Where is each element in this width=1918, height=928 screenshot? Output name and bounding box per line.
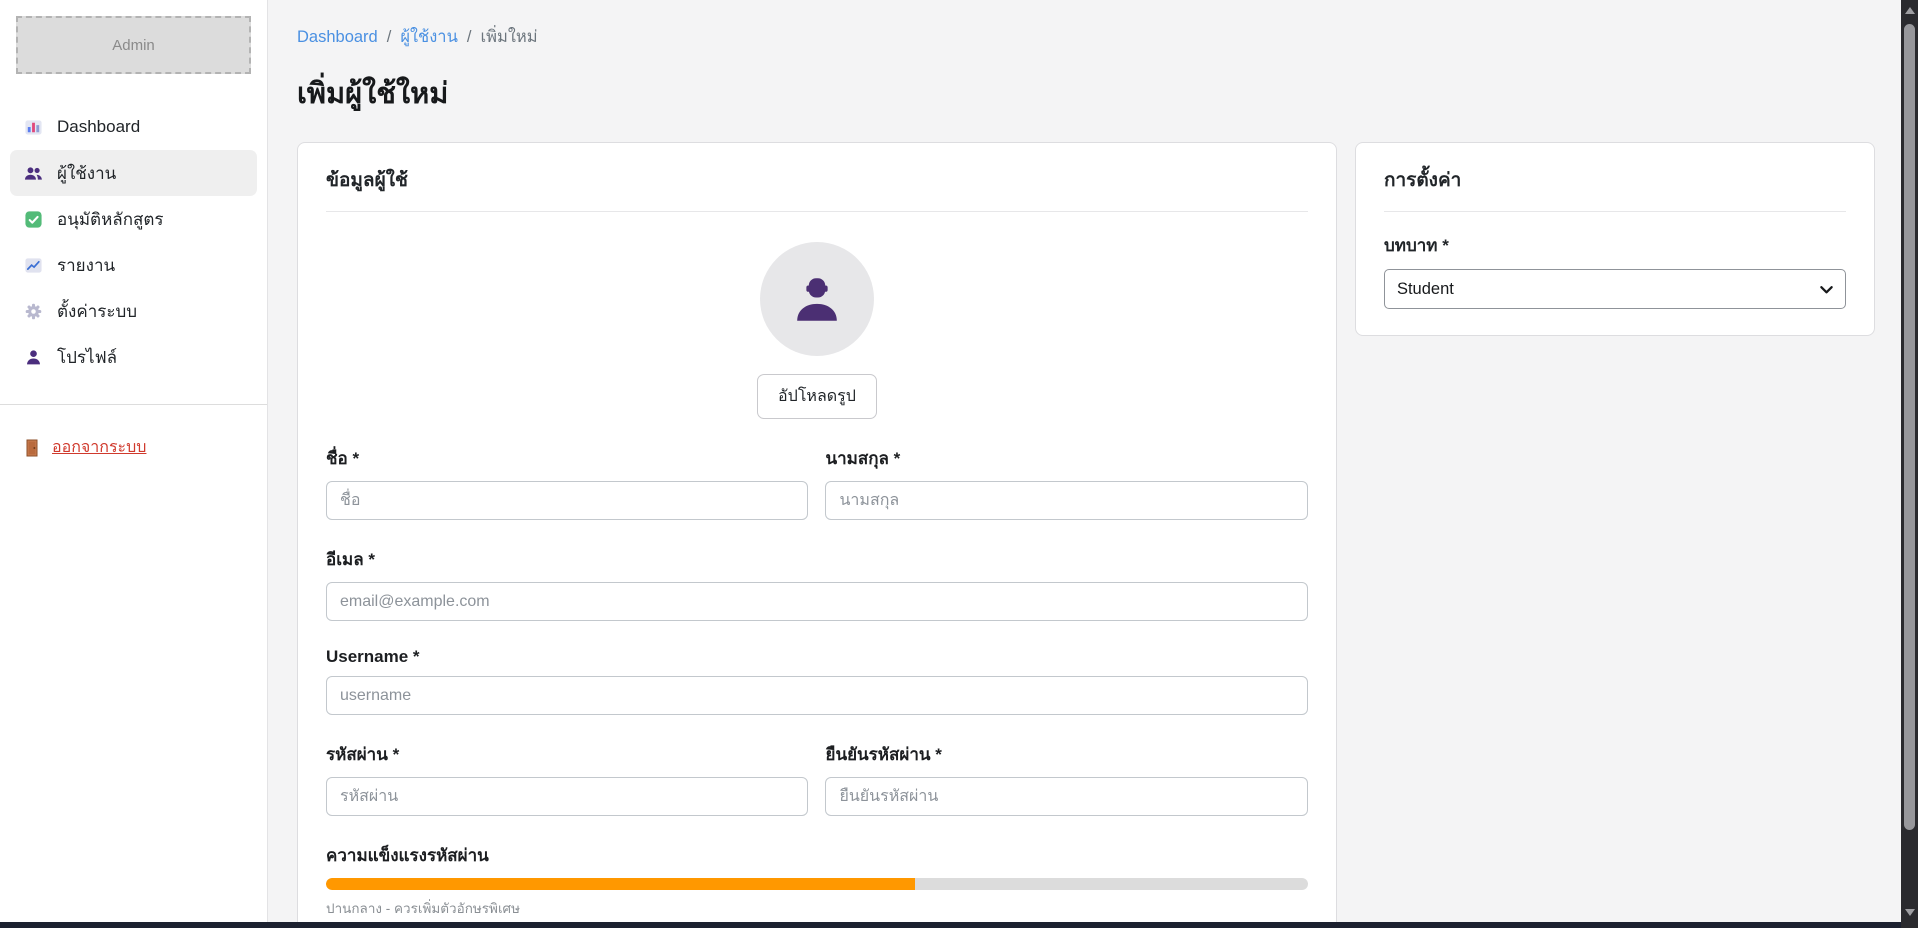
sidebar-item-label: ตั้งค่าระบบ: [57, 298, 137, 325]
username-label: Username *: [326, 647, 1308, 667]
bottom-strip: [0, 922, 1918, 928]
breadcrumb-separator: /: [467, 28, 472, 46]
sidebar-divider: [0, 404, 267, 405]
role-select[interactable]: Student: [1384, 269, 1846, 309]
password-strength-fill: [326, 878, 915, 890]
gear-icon: [24, 302, 43, 321]
avatar: [760, 242, 874, 356]
confirm-password-label: ยืนยันรหัสผ่าน *: [825, 741, 1307, 768]
scrollbar-thumb[interactable]: [1904, 24, 1915, 830]
password-label: รหัสผ่าน *: [326, 741, 808, 768]
role-label: บทบาท *: [1384, 232, 1846, 259]
scroll-up-arrow-icon[interactable]: [1901, 2, 1918, 18]
last-name-input[interactable]: [825, 481, 1307, 520]
confirm-password-input[interactable]: [825, 777, 1307, 816]
breadcrumb-link-users[interactable]: ผู้ใช้งาน: [400, 28, 458, 46]
sidebar-item-label: Dashboard: [57, 117, 140, 137]
password-strength-label: ความแข็งแรงรหัสผ่าน: [326, 842, 1308, 869]
admin-logo: Admin: [16, 16, 251, 74]
users-icon: [24, 164, 43, 183]
scroll-down-arrow-icon[interactable]: [1901, 904, 1918, 920]
user-info-card-title: ข้อมูลผู้ใช้: [326, 165, 1308, 212]
settings-card-title: การตั้งค่า: [1384, 165, 1846, 212]
user-info-card: ข้อมูลผู้ใช้ อัปโหลดรูป ชื่อ * นามสกุล *: [297, 142, 1337, 922]
breadcrumb: Dashboard / ผู้ใช้งาน / เพิ่มใหม่: [297, 24, 1875, 50]
first-name-input[interactable]: [326, 481, 808, 520]
sidebar-item-users[interactable]: ผู้ใช้งาน: [10, 150, 257, 196]
sidebar-nav: Dashboard ผู้ใช้งาน อนุมัติหลักสูตร รายง…: [0, 104, 267, 380]
sidebar-item-label: ผู้ใช้งาน: [57, 160, 116, 187]
sidebar-item-approve-courses[interactable]: อนุมัติหลักสูตร: [10, 196, 257, 242]
email-label: อีเมล *: [326, 546, 1308, 573]
sidebar: Admin Dashboard ผู้ใช้งาน อนุมัติหลักสูต…: [0, 0, 268, 922]
first-name-label: ชื่อ *: [326, 445, 808, 472]
admin-logo-text: Admin: [112, 37, 155, 54]
username-input[interactable]: [326, 676, 1308, 715]
sidebar-item-system-settings[interactable]: ตั้งค่าระบบ: [10, 288, 257, 334]
sidebar-item-profile[interactable]: โปรไฟล์: [10, 334, 257, 380]
sidebar-item-label: โปรไฟล์: [57, 344, 117, 371]
password-strength-helper: ปานกลาง - ควรเพิ่มตัวอักษรพิเศษ: [326, 897, 1308, 919]
email-input[interactable]: [326, 582, 1308, 621]
sidebar-item-dashboard[interactable]: Dashboard: [10, 104, 257, 150]
password-input[interactable]: [326, 777, 808, 816]
breadcrumb-current: เพิ่มใหม่: [480, 28, 537, 46]
last-name-label: นามสกุล *: [825, 445, 1307, 472]
logout-label: ออกจากระบบ: [52, 435, 146, 460]
door-exit-icon: [24, 439, 40, 457]
person-icon: [24, 348, 43, 367]
dashboard-icon: [24, 118, 43, 137]
sidebar-item-label: อนุมัติหลักสูตร: [57, 206, 164, 233]
upload-photo-button[interactable]: อัปโหลดรูป: [757, 374, 877, 419]
sidebar-item-reports[interactable]: รายงาน: [10, 242, 257, 288]
password-strength-section: ความแข็งแรงรหัสผ่าน ปานกลาง - ควรเพิ่มตั…: [326, 842, 1308, 919]
breadcrumb-link-dashboard[interactable]: Dashboard: [297, 28, 378, 46]
chart-line-icon: [24, 256, 43, 275]
breadcrumb-separator: /: [387, 28, 392, 46]
checkbox-check-icon: [24, 210, 43, 229]
avatar-person-icon: [788, 270, 846, 328]
sidebar-item-label: รายงาน: [57, 252, 115, 279]
vertical-scrollbar[interactable]: [1901, 0, 1918, 928]
page-title: เพิ่มผู้ใช้ใหม่: [297, 70, 1875, 116]
password-strength-bar: [326, 878, 1308, 890]
settings-card: การตั้งค่า บทบาท * Student: [1355, 142, 1875, 336]
logout-link[interactable]: ออกจากระบบ: [24, 435, 243, 460]
main-content: Dashboard / ผู้ใช้งาน / เพิ่มใหม่ เพิ่มผู้ใช…: [269, 0, 1901, 922]
